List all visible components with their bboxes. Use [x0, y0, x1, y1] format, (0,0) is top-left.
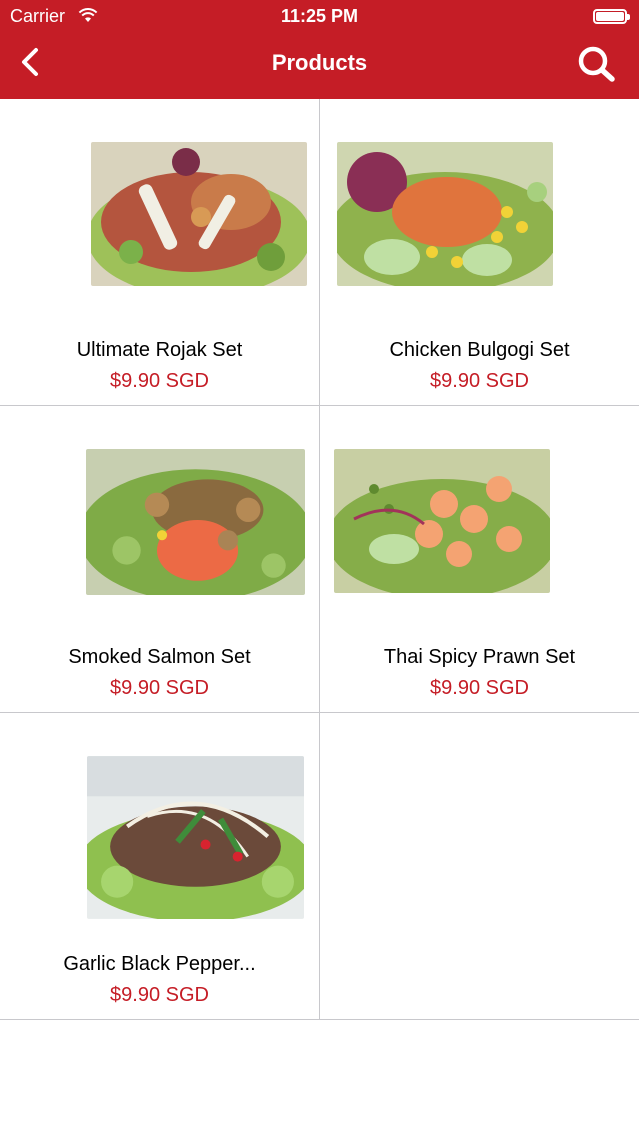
- product-name: Smoked Salmon Set: [68, 646, 251, 668]
- product-name: Garlic Black Pepper...: [63, 953, 256, 975]
- search-button[interactable]: [575, 44, 619, 84]
- product-image: [334, 449, 550, 593]
- product-card[interactable]: Thai Spicy Prawn Set $9.90 SGD: [320, 406, 639, 713]
- product-image: [337, 142, 553, 286]
- status-time: 11:25 PM: [280, 6, 359, 26]
- product-image: [87, 756, 304, 919]
- battery-icon: [593, 9, 630, 24]
- product-price: $9.90 SGD: [110, 677, 209, 699]
- product-name: Ultimate Rojak Set: [76, 339, 243, 361]
- product-card[interactable]: Garlic Black Pepper... $9.90 SGD: [0, 713, 320, 1020]
- navigation-bar: Products: [0, 34, 639, 99]
- product-price: $9.90 SGD: [110, 370, 209, 392]
- product-name: Chicken Bulgogi Set: [389, 339, 570, 361]
- page-title: Products: [271, 50, 368, 75]
- product-card[interactable]: Ultimate Rojak Set $9.90 SGD: [0, 99, 320, 406]
- product-price: $9.90 SGD: [430, 370, 529, 392]
- status-bar: Carrier 11:25 PM: [0, 0, 639, 34]
- product-image: [86, 449, 305, 595]
- top-bar: Carrier 11:25 PM Products: [0, 0, 639, 99]
- product-price: $9.90 SGD: [430, 677, 529, 699]
- product-name: Thai Spicy Prawn Set: [383, 646, 576, 668]
- empty-grid-cell: [320, 713, 639, 1020]
- product-card[interactable]: Chicken Bulgogi Set $9.90 SGD: [320, 99, 639, 406]
- product-price: $9.90 SGD: [110, 984, 209, 1006]
- product-image: [91, 142, 307, 286]
- product-card[interactable]: Smoked Salmon Set $9.90 SGD: [0, 406, 320, 713]
- search-icon: [578, 46, 615, 82]
